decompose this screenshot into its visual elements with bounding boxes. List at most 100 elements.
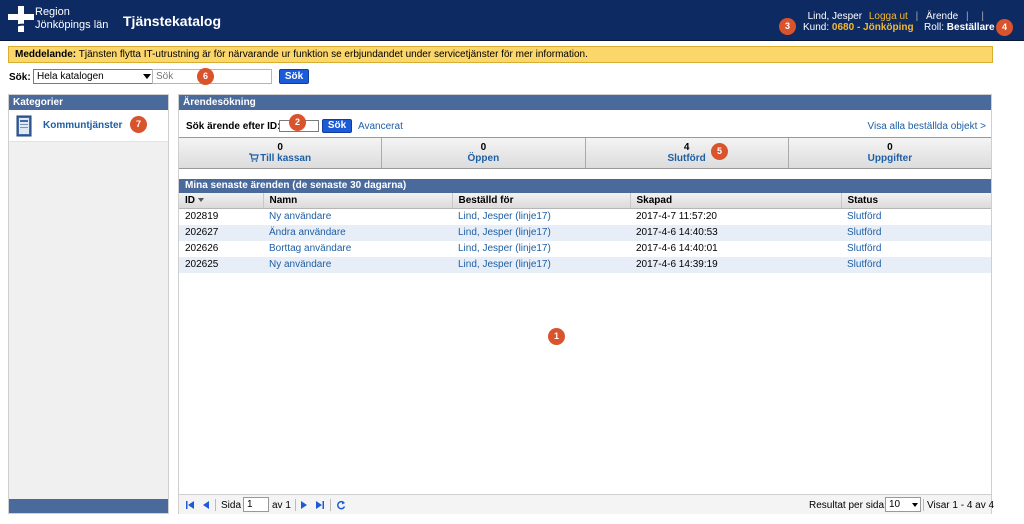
status-summary: 0 Till kassan 0 Öppen 4 Slutförd 0 Uppgi… xyxy=(179,137,991,169)
cell-status-link[interactable]: Slutförd xyxy=(841,209,991,225)
cell-status-link[interactable]: Slutförd xyxy=(841,256,991,273)
cell-status-link[interactable]: Slutförd xyxy=(841,224,991,241)
cell-id: 202625 xyxy=(179,256,263,273)
previous-page-icon[interactable] xyxy=(201,500,211,510)
user-bar: Lind, Jesper Logga ut | Ärende | | xyxy=(808,11,989,22)
cell-created: 2017-4-6 14:39:19 xyxy=(630,256,841,273)
page-number-input[interactable]: 1 xyxy=(243,497,269,512)
column-header-created[interactable]: Skapad xyxy=(630,193,842,209)
user-name: Lind, Jesper xyxy=(807,11,863,22)
stat-uppgifter[interactable]: 0 Uppgifter xyxy=(788,138,991,168)
panel-heading: Ärendesökning xyxy=(179,95,991,110)
divider xyxy=(923,499,924,511)
stat-label: Uppgifter xyxy=(867,153,913,164)
search-scope-select[interactable]: Hela katalogen xyxy=(33,69,155,84)
role-label: Roll: xyxy=(924,22,945,33)
results-per-page-select[interactable]: 10 xyxy=(885,497,921,512)
column-header-ordered-for[interactable]: Beställd för xyxy=(452,193,631,209)
case-link[interactable]: Ärende xyxy=(926,11,958,22)
annotation-marker-1: 1 xyxy=(548,328,565,345)
cell-name-link[interactable]: Ny användare xyxy=(263,209,452,225)
id-search-label: Sök ärende efter ID: xyxy=(186,121,281,132)
last-page-icon[interactable] xyxy=(315,500,325,510)
logout-link[interactable]: Logga ut xyxy=(869,11,908,22)
column-header-name[interactable]: Namn xyxy=(263,193,453,209)
column-header-id[interactable]: ID xyxy=(179,193,264,209)
stat-label: Öppen xyxy=(467,153,500,164)
sidebar-item-label: Kommuntjänster xyxy=(43,120,123,131)
divider: | xyxy=(915,11,919,22)
sidebar-heading: Kategorier xyxy=(9,95,168,110)
cell-name-link[interactable]: Ändra användare xyxy=(263,224,452,241)
recent-cases-table: ID Namn Beställd för Skapad Status 20281… xyxy=(179,193,991,273)
customer-label: Kund: xyxy=(803,22,830,33)
divider xyxy=(215,499,216,511)
divider: | xyxy=(981,11,984,22)
cell-id: 202819 xyxy=(185,211,219,223)
stat-label: Till kassan xyxy=(260,153,312,164)
pagination-bar: Sida 1 av 1 Resultat per sida: 10 Visar … xyxy=(179,494,995,514)
table-row: 202625 Ny användare Lind, Jesper (linje1… xyxy=(179,256,991,273)
app-title: Tjänstekatalog xyxy=(123,13,222,29)
notice-banner: Meddelande: Tjänsten flytta IT-utrustnin… xyxy=(8,46,993,63)
stat-slutford[interactable]: 4 Slutförd xyxy=(585,138,789,168)
cell-created: 2017-4-6 14:40:53 xyxy=(630,224,841,241)
next-page-icon[interactable] xyxy=(299,500,309,510)
result-range-label: Visar 1 - 4 av 4 xyxy=(927,500,995,511)
table-row: 202819 Ny användare Lind, Jesper (linje1… xyxy=(179,209,991,225)
customer-info: Kund: 0680 - Jönköping xyxy=(803,22,914,33)
cell-name-link[interactable]: Borttag användare xyxy=(263,241,452,257)
app-header: Region Jönköpings län Tjänstekatalog Lin… xyxy=(0,0,1024,41)
divider xyxy=(330,499,331,511)
search-scope-value: Hela katalogen xyxy=(37,71,104,82)
show-all-ordered-link[interactable]: Visa alla beställda objekt > xyxy=(867,121,986,132)
annotation-marker-7: 7 xyxy=(130,116,147,133)
role-info: Roll: Beställare xyxy=(924,22,995,33)
table-row: 202627 Ändra användare Lind, Jesper (lin… xyxy=(179,224,991,241)
column-header-status[interactable]: Status xyxy=(841,193,991,209)
cell-status-link[interactable]: Slutförd xyxy=(841,241,991,257)
cell-ordered-for-link[interactable]: Lind, Jesper (linje17) xyxy=(452,241,630,257)
stat-oppen[interactable]: 0 Öppen xyxy=(382,138,586,168)
annotation-marker-6: 6 xyxy=(197,68,214,85)
divider xyxy=(295,499,296,511)
category-sidebar: Kategorier Kommuntjänster xyxy=(8,94,169,514)
first-page-icon[interactable] xyxy=(185,500,195,510)
divider: | xyxy=(966,11,969,22)
search-label: Sök: xyxy=(9,72,31,83)
advanced-search-link[interactable]: Avancerat xyxy=(358,121,403,132)
book-icon xyxy=(16,115,32,137)
results-per-page-label: Resultat per sida: xyxy=(809,500,887,511)
notice-label: Meddelande: xyxy=(15,49,77,60)
region-cross-logo-icon xyxy=(8,6,34,32)
stat-till-kassan[interactable]: 0 Till kassan xyxy=(179,138,383,168)
stat-count: 4 xyxy=(683,142,690,153)
annotation-marker-3: 3 xyxy=(779,18,796,35)
stat-count: 0 xyxy=(480,142,487,153)
cell-ordered-for-link[interactable]: Lind, Jesper (linje17) xyxy=(452,256,630,273)
role-value: Beställare xyxy=(946,22,995,33)
region-logo-text: Region Jönköpings län xyxy=(35,6,108,32)
sidebar-footer xyxy=(9,499,168,513)
logo-line-1: Region xyxy=(35,6,70,18)
results-per-page-value: 10 xyxy=(889,499,901,510)
customer-value[interactable]: 0680 - Jönköping xyxy=(832,22,914,33)
chevron-down-icon xyxy=(143,74,151,79)
recent-cases-title: Mina senaste ärenden (de senaste 30 daga… xyxy=(179,179,991,193)
cell-created: 2017-4-6 14:40:01 xyxy=(636,243,718,254)
annotation-marker-2: 2 xyxy=(289,114,306,131)
cell-ordered-for-link[interactable]: Lind, Jesper (linje17) xyxy=(452,209,630,225)
table-row: 202626 Borttag användare Lind, Jesper (l… xyxy=(179,241,991,257)
page-count-label: av 1 xyxy=(272,500,291,511)
stat-count: 0 xyxy=(887,142,893,153)
cell-name-link[interactable]: Ny användare xyxy=(263,256,452,273)
page-label: Sida xyxy=(221,500,242,511)
chevron-down-icon xyxy=(912,503,918,507)
refresh-icon[interactable] xyxy=(336,500,346,510)
stat-label: Slutförd xyxy=(667,153,706,164)
cart-icon xyxy=(249,153,259,162)
id-search-button[interactable]: Sök xyxy=(322,119,352,133)
cell-ordered-for-link[interactable]: Lind, Jesper (linje17) xyxy=(452,224,630,241)
search-button[interactable]: Sök xyxy=(279,69,309,84)
id-search-row: Sök ärende efter ID: Sök Avancerat Visa … xyxy=(186,119,986,134)
